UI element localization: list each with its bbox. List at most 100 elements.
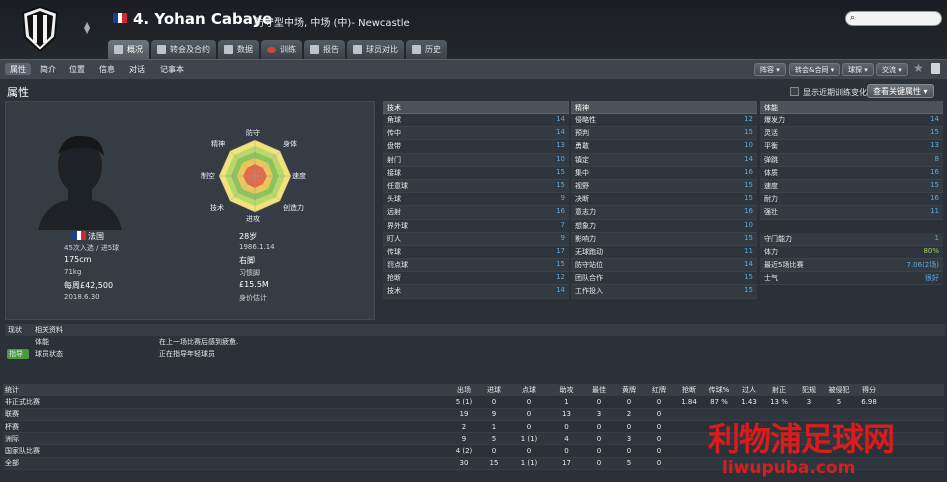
physical-attributes: 体能 爆发力 14 灵活 15 平衡 13 弹跳 8 体质 16 速度 15 耐力 16 强壮 11 守门能力 1 体… bbox=[760, 101, 943, 286]
attribute-value: 17 bbox=[556, 246, 565, 255]
stats-cell: 0 bbox=[491, 447, 497, 456]
scout-dropdown[interactable]: 球探 ▾ bbox=[842, 63, 874, 76]
stats-cell: 9 bbox=[491, 410, 497, 419]
attribute-name: 头球 bbox=[387, 195, 401, 204]
status-label: 体能 bbox=[35, 338, 49, 346]
status-row: 指导 球员状态 正在指导年轻球员 bbox=[5, 348, 945, 360]
show-changes-checkbox[interactable] bbox=[790, 87, 799, 96]
attribute-row: 影响力 15 bbox=[571, 232, 757, 246]
attribute-value: 15 bbox=[744, 273, 753, 282]
subtab-positions[interactable]: 位置 bbox=[69, 64, 85, 76]
main-tabs: 概况 转会及合约 数据 训练 报告 球员对比 历史 bbox=[108, 40, 449, 59]
subtab-profile[interactable]: 简介 bbox=[40, 64, 56, 76]
related-info-tab[interactable]: 相关资料 bbox=[35, 325, 63, 335]
attribute-value: 13 bbox=[930, 141, 939, 150]
attribute-row: 士气 很好 bbox=[760, 272, 943, 286]
stats-cell: 3 bbox=[626, 434, 632, 443]
attribute-row: 工作投入 15 bbox=[571, 285, 757, 299]
attribute-row: 最近5场比赛 7.06(2场) bbox=[760, 259, 943, 273]
view-key-attributes-button[interactable]: 查看关键属性 ▾ bbox=[867, 84, 934, 98]
attribute-name: 盘带 bbox=[387, 142, 401, 151]
attribute-value: 14 bbox=[930, 115, 939, 123]
radar-label-technique: 技术 bbox=[210, 204, 224, 212]
attribute-row: 决断 15 bbox=[571, 193, 757, 207]
attribute-value: 15 bbox=[930, 180, 939, 189]
attribute-row: 弹跳 8 bbox=[760, 153, 943, 167]
attribute-name: 爆发力 bbox=[764, 116, 785, 124]
search-input[interactable]: ⌕ bbox=[845, 11, 942, 26]
player-switch-arrows-icon[interactable]: ▲ ▼ bbox=[84, 21, 90, 35]
attribute-name: 远射 bbox=[387, 208, 401, 217]
tab-transfer[interactable]: 转会及合约 bbox=[151, 40, 216, 59]
subtab-talk[interactable]: 对话 bbox=[129, 64, 145, 76]
attribute-row: 盯人 9 bbox=[383, 232, 569, 246]
tab-history[interactable]: 历史 bbox=[406, 40, 447, 59]
section-title: 属性 bbox=[7, 86, 29, 99]
squad-dropdown[interactable]: 阵容 ▾ bbox=[754, 63, 786, 76]
attribute-name: 体力 bbox=[764, 247, 778, 256]
tab-compare[interactable]: 球员对比 bbox=[347, 40, 404, 59]
player-position: 防守型中场, 中场 (中)- Newcastle bbox=[254, 18, 410, 29]
contract-icon bbox=[157, 45, 166, 54]
attribute-row: 强壮 11 bbox=[760, 206, 943, 220]
attribute-value: 14 bbox=[556, 115, 565, 123]
attribute-value: 11 bbox=[744, 246, 753, 255]
preferred-foot-label: 习惯脚 bbox=[239, 269, 260, 277]
attribute-name: 工作投入 bbox=[575, 287, 603, 296]
attribute-name: 界外球 bbox=[387, 221, 408, 230]
stats-cell: 国家队比赛 bbox=[5, 447, 40, 456]
status-tab[interactable]: 现状 bbox=[5, 325, 35, 335]
attribute-value: 14 bbox=[744, 260, 753, 269]
document-icon[interactable] bbox=[931, 63, 940, 74]
subtab-info[interactable]: 信息 bbox=[99, 64, 115, 76]
star-icon[interactable]: ★ bbox=[913, 61, 924, 75]
attribute-value: 7 bbox=[560, 220, 565, 229]
attribute-value: 15 bbox=[744, 194, 753, 203]
status-badge: 指导 bbox=[7, 349, 29, 359]
attribute-name: 侵略性 bbox=[575, 116, 596, 124]
tab-report[interactable]: 报告 bbox=[304, 40, 345, 59]
stats-cell: 1 bbox=[491, 422, 497, 431]
stats-header-cell: 被侵犯 bbox=[828, 385, 850, 394]
attribute-value: 14 bbox=[744, 154, 753, 163]
stats-cell: 0 bbox=[564, 422, 569, 431]
transfer-dropdown[interactable]: 转会&合同 ▾ bbox=[789, 63, 841, 76]
attribute-name: 平衡 bbox=[764, 142, 778, 151]
attribute-value: 1 bbox=[934, 233, 939, 242]
attribute-name: 无球跑动 bbox=[575, 247, 603, 256]
watermark-url: liwupuba.com bbox=[722, 458, 856, 478]
tab-stats[interactable]: 数据 bbox=[218, 40, 259, 59]
attribute-value: 16 bbox=[744, 167, 753, 176]
attribute-value: 15 bbox=[556, 180, 565, 189]
subtab-notes[interactable]: 记事本 bbox=[160, 64, 184, 76]
stats-cell: 13 % bbox=[770, 397, 788, 406]
attribute-value: 很好 bbox=[925, 274, 939, 283]
attribute-name: 意志力 bbox=[575, 208, 596, 217]
tab-training[interactable]: 训练 bbox=[261, 40, 302, 59]
stats-cell: 0 bbox=[656, 410, 662, 419]
tab-overview[interactable]: 概况 bbox=[108, 40, 149, 59]
attribute-value: 15 bbox=[556, 167, 565, 176]
stats-cell: 0 bbox=[596, 434, 602, 443]
player-profile-screen: ▲ ▼ 4. Yohan Cabaye 防守型中场, 中场 (中)- Newcas… bbox=[0, 0, 947, 482]
stats-header-cell: 黄牌 bbox=[622, 385, 636, 394]
preferred-foot: 右脚 bbox=[239, 256, 255, 265]
stats-cell: 洲际 bbox=[5, 434, 19, 443]
attribute-name: 传中 bbox=[387, 129, 401, 138]
attribute-name: 耐力 bbox=[764, 195, 778, 204]
subtab-attributes[interactable]: 属性 bbox=[5, 63, 31, 75]
attribute-row: 技术 14 bbox=[383, 285, 569, 299]
attribute-name: 最近5场比赛 bbox=[764, 261, 804, 270]
stats-cell: 非正式比赛 bbox=[5, 397, 40, 406]
attribute-row: 盘带 13 bbox=[383, 140, 569, 154]
radar-label-defence: 防守 bbox=[246, 129, 260, 137]
attribute-row: 视野 15 bbox=[571, 179, 757, 194]
club-crest-icon[interactable] bbox=[20, 5, 60, 53]
attribute-row: 预判 15 bbox=[571, 127, 757, 141]
attribute-name: 罚点球 bbox=[387, 261, 408, 270]
stats-cell: 杯赛 bbox=[5, 422, 19, 431]
interaction-dropdown[interactable]: 交流 ▾ bbox=[876, 63, 908, 76]
stats-cell: 6.98 bbox=[861, 397, 877, 406]
stats-cell: 87 % bbox=[710, 397, 728, 406]
stats-cell: 0 bbox=[656, 434, 662, 443]
